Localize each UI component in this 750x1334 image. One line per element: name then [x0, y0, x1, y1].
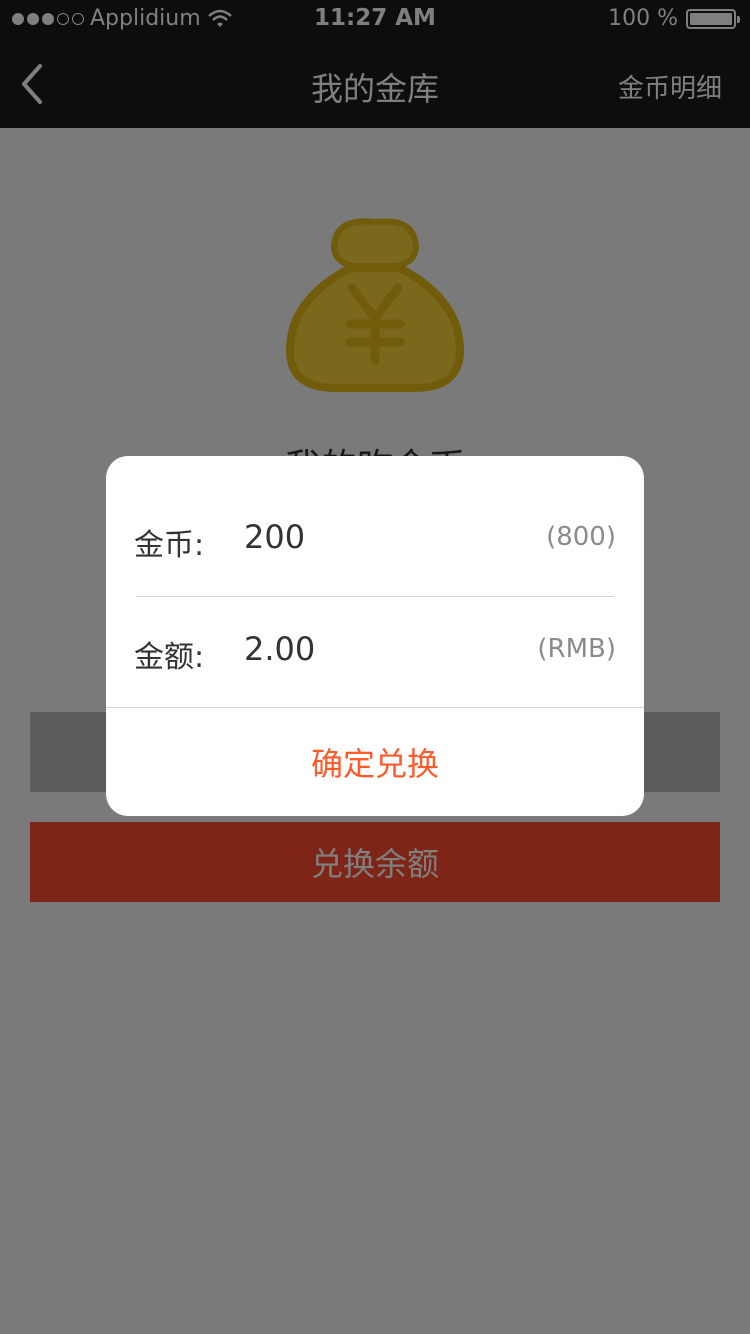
gold-amount-input[interactable]: 200: [244, 518, 305, 556]
amount-field-label: 金额:: [134, 640, 205, 675]
gold-field-label: 金币:: [134, 528, 205, 563]
amount-value: 2.00: [244, 630, 316, 668]
currency-hint: (RMB): [537, 634, 616, 664]
exchange-dialog: 金币: 200 (800) 金额: 2.00 (RMB) 确定兑换: [106, 456, 644, 816]
gold-row: 金币: 200 (800): [106, 486, 644, 596]
gold-available-hint: (800): [546, 522, 616, 552]
confirm-exchange-button[interactable]: 确定兑换: [106, 708, 644, 816]
amount-row: 金额: 2.00 (RMB): [106, 598, 644, 708]
row-divider: [136, 596, 614, 597]
